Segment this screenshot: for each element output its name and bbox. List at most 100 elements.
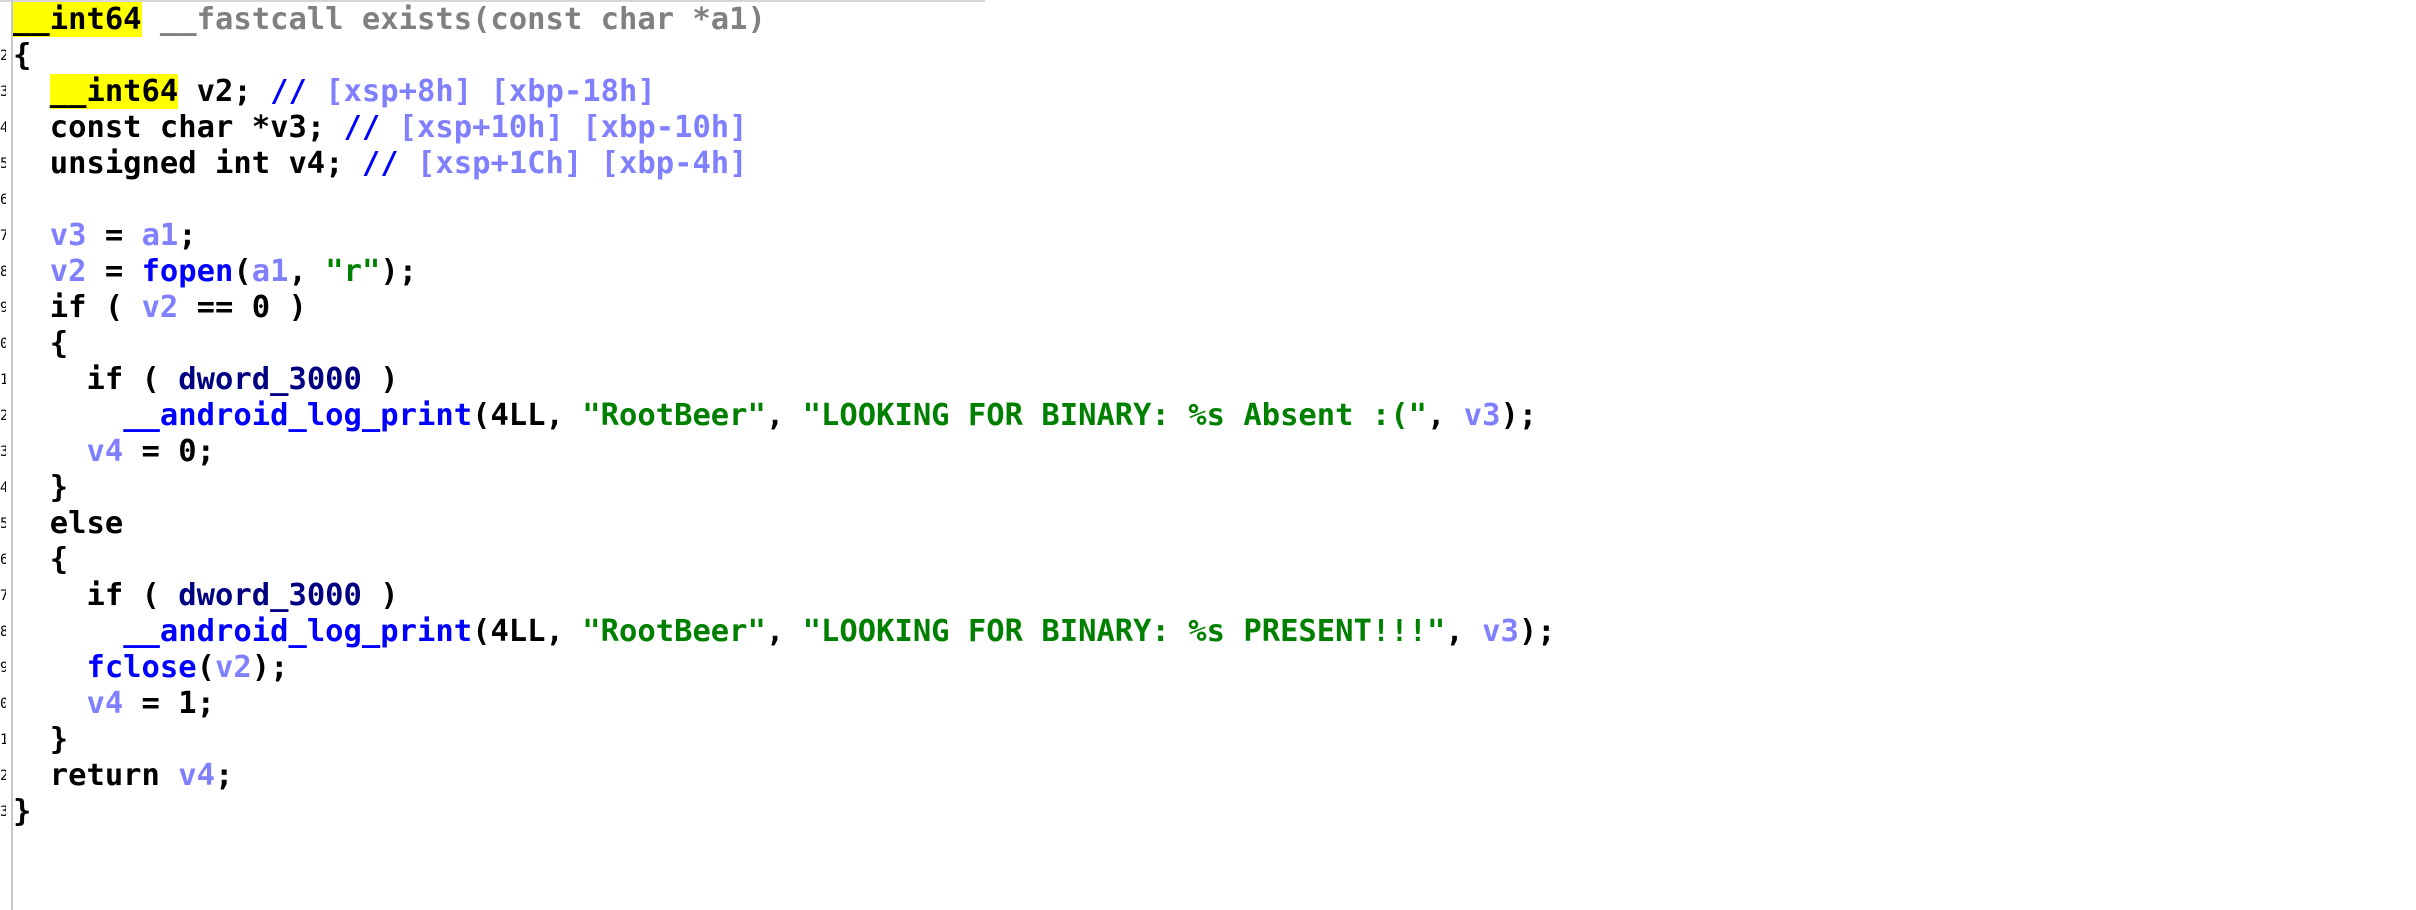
variable-v2[interactable]: v2 — [50, 254, 87, 289]
global-dword-3000[interactable]: dword_3000 — [178, 578, 362, 613]
var-decl[interactable]: const char *v3; — [50, 110, 344, 145]
line-number-fragment: 3 — [0, 804, 6, 820]
stack-offsets: [xsp+10h] [xbp-10h] — [398, 110, 748, 145]
assignment: = 0; — [123, 434, 216, 469]
comma: , — [1426, 398, 1464, 433]
line-number-fragment: 7 — [0, 588, 6, 604]
function-android-log-print[interactable]: __android_log_print — [123, 614, 472, 649]
code-line-open-brace[interactable]: { — [13, 38, 1556, 74]
code-line-else[interactable]: else — [13, 506, 1556, 542]
function-fclose[interactable]: fclose — [86, 650, 196, 685]
keyword-else: else — [49, 506, 124, 541]
code-line-brace: } — [13, 722, 1556, 758]
code-line-return[interactable]: return v4; — [13, 758, 1556, 794]
line-number-fragment: 1 — [0, 372, 6, 388]
line-number-fragment: 2 — [0, 768, 6, 784]
code-line-fopen[interactable]: v2 = fopen(a1, "r"); — [13, 254, 1556, 290]
line-number-fragment: 0 — [0, 696, 6, 712]
line-number-fragment: 3 — [0, 444, 6, 460]
code-line-if-v2[interactable]: if ( v2 == 0 ) — [13, 290, 1556, 326]
paren-close: ) — [361, 362, 399, 397]
line-number-fragment: 2 — [0, 408, 6, 424]
paren-close: ); — [1500, 398, 1538, 433]
variable-v4[interactable]: v4 — [178, 758, 215, 793]
keyword-if: if ( — [86, 362, 179, 397]
comma: , — [1445, 614, 1483, 649]
string-present-message[interactable]: "LOOKING FOR BINARY: %s PRESENT!!!" — [803, 614, 1446, 649]
variable-v4[interactable]: v4 — [86, 686, 123, 721]
brace: } — [49, 470, 69, 505]
line-number-fragment: 3 — [0, 84, 6, 100]
code-line-assign-v3[interactable]: v3 = a1; — [13, 218, 1556, 254]
line-number-fragment: 4 — [0, 480, 6, 496]
comma: , — [765, 614, 803, 649]
variable-v3[interactable]: v3 — [1482, 614, 1519, 649]
brace: { — [13, 38, 32, 73]
function-android-log-print[interactable]: __android_log_print — [123, 398, 472, 433]
var-decl[interactable]: v2; — [178, 74, 270, 109]
line-number-fragment: 5 — [0, 516, 6, 532]
variable-v2[interactable]: v2 — [142, 290, 179, 325]
function-fopen[interactable]: fopen — [142, 254, 234, 289]
comma: , — [288, 254, 326, 289]
string-rootbeer[interactable]: "RootBeer" — [582, 398, 766, 433]
function-signature[interactable]: __fastcall exists(const char *a1) — [142, 2, 766, 37]
code-line-close-brace: } — [13, 794, 1556, 830]
variable-v3[interactable]: v3 — [1464, 398, 1501, 433]
code-line-decl-v4[interactable]: unsigned int v4; // [xsp+1Ch] [xbp-4h] — [13, 146, 1556, 182]
semicolon: ; — [178, 218, 197, 253]
variable-a1[interactable]: a1 — [252, 254, 289, 289]
code-line-v4-zero[interactable]: v4 = 0; — [13, 434, 1556, 470]
condition-rest: == 0 ) — [178, 290, 307, 325]
code-line-log-absent[interactable]: __android_log_print(4LL, "RootBeer", "LO… — [13, 398, 1556, 434]
comment-marker: // — [361, 146, 417, 181]
args: (4LL, — [472, 614, 583, 649]
operator: = — [86, 254, 142, 289]
code-line-decl-v2[interactable]: __int64 v2; // [xsp+8h] [xbp-18h] — [13, 74, 1556, 110]
line-number-fragment: 6 — [0, 552, 6, 568]
code-line-log-present[interactable]: __android_log_print(4LL, "RootBeer", "LO… — [13, 614, 1556, 650]
variable-v4[interactable]: v4 — [86, 434, 123, 469]
semicolon: ; — [215, 758, 234, 793]
paren-close: ); — [1518, 614, 1556, 649]
variable-v2[interactable]: v2 — [215, 650, 252, 685]
variable-a1[interactable]: a1 — [142, 218, 179, 253]
code-line-decl-v3[interactable]: const char *v3; // [xsp+10h] [xbp-10h] — [13, 110, 1556, 146]
brace: { — [49, 326, 69, 361]
line-number-fragment: 9 — [0, 300, 6, 316]
pseudocode-view[interactable]: __int64 __fastcall exists(const char *a1… — [13, 2, 1556, 830]
line-number-fragment: 6 — [0, 192, 6, 208]
paren-close: ) — [361, 578, 399, 613]
paren-close: ); — [251, 650, 289, 685]
code-line-if-dword[interactable]: if ( dword_3000 ) — [13, 578, 1556, 614]
code-line-brace: { — [13, 326, 1556, 362]
brace: } — [49, 722, 69, 757]
keyword-if: if ( — [49, 290, 142, 325]
code-line-fclose[interactable]: fclose(v2); — [13, 650, 1556, 686]
line-number-fragment: 9 — [0, 660, 6, 676]
string-literal[interactable]: "r" — [325, 254, 380, 289]
code-line-if-dword[interactable]: if ( dword_3000 ) — [13, 362, 1556, 398]
return-type-highlighted[interactable]: __int64 — [13, 2, 142, 37]
paren-close: ); — [380, 254, 418, 289]
global-dword-3000[interactable]: dword_3000 — [178, 362, 362, 397]
paren: ( — [196, 650, 216, 685]
string-absent-message[interactable]: "LOOKING FOR BINARY: %s Absent :(" — [803, 398, 1427, 433]
line-number-fragment: 0 — [0, 336, 6, 352]
variable-v3[interactable]: v3 — [50, 218, 87, 253]
var-decl[interactable]: unsigned int v4; — [50, 146, 362, 181]
keyword-if: if ( — [86, 578, 179, 613]
line-number-fragment: 7 — [0, 228, 6, 244]
code-line-v4-one[interactable]: v4 = 1; — [13, 686, 1556, 722]
code-line-brace: } — [13, 470, 1556, 506]
args: (4LL, — [472, 398, 583, 433]
brace: } — [13, 794, 32, 829]
operator: = — [86, 218, 142, 253]
stack-offsets: [xsp+1Ch] [xbp-4h] — [417, 146, 748, 181]
line-number-fragment: 2 — [0, 48, 6, 64]
code-line-signature[interactable]: __int64 __fastcall exists(const char *a1… — [13, 2, 1556, 38]
type-highlighted[interactable]: __int64 — [49, 74, 179, 109]
string-rootbeer[interactable]: "RootBeer" — [582, 614, 766, 649]
line-number-fragment: 1 — [0, 732, 6, 748]
